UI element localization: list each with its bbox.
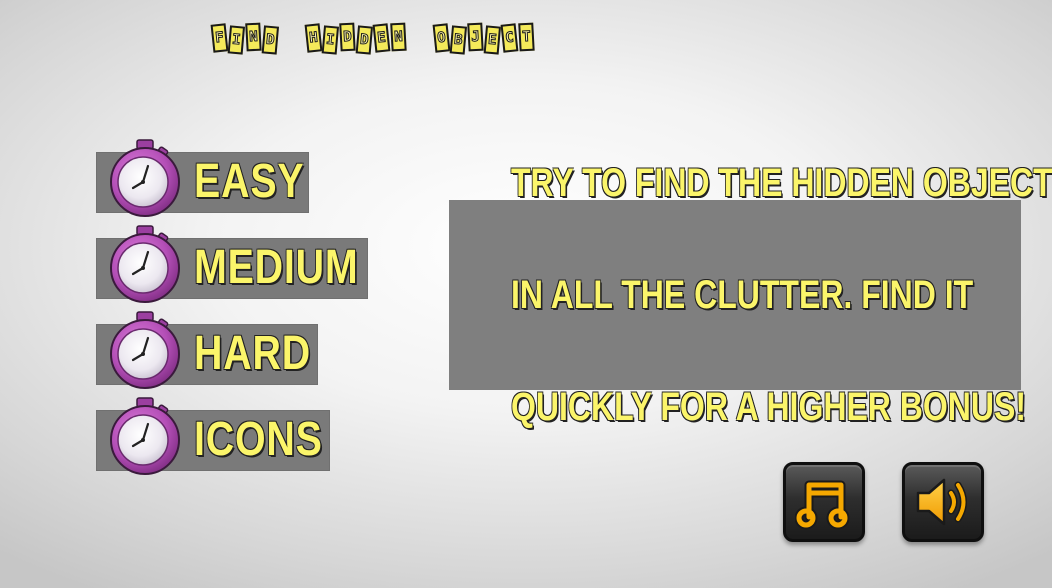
instructions-line: TRY TO FIND THE HIDDEN OBJECT <box>511 161 1052 205</box>
menu-item-label: HARD <box>194 327 311 380</box>
title-letter: C <box>500 23 519 53</box>
music-toggle-button[interactable] <box>783 462 865 542</box>
title-letter: D <box>339 22 356 52</box>
title-letter: D <box>261 25 280 55</box>
title-word-find: F I N D <box>210 22 280 55</box>
menu-item-label: MEDIUM <box>194 241 359 294</box>
instructions-panel: TRY TO FIND THE HIDDEN OBJECT IN ALL THE… <box>449 161 1052 429</box>
music-note-icon <box>795 480 850 530</box>
title-letter: E <box>483 25 502 55</box>
instructions-text: TRY TO FIND THE HIDDEN OBJECT IN ALL THE… <box>511 99 1052 491</box>
title-letter: N <box>245 22 262 52</box>
title-letter: B <box>449 25 468 55</box>
instructions-line: QUICKLY FOR A HIGHER BONUS! <box>511 385 1026 429</box>
title-letter: O <box>432 23 451 53</box>
game-title: F I N D H I D D E N O B J E C T <box>210 22 535 55</box>
title-letter: J <box>467 22 484 52</box>
sound-toggle-button[interactable] <box>902 462 984 542</box>
title-letter: D <box>355 25 374 55</box>
stopwatch-icon <box>106 310 184 390</box>
title-word-hidden: H I D D E N <box>304 22 407 55</box>
title-letter: F <box>210 23 229 53</box>
menu-item-label: ICONS <box>194 413 323 466</box>
stopwatch-icon <box>106 224 184 304</box>
title-letter: N <box>390 22 407 52</box>
title-word-object: O B J E C T <box>432 22 535 55</box>
menu-item-label: EASY <box>194 155 305 208</box>
stopwatch-icon <box>106 396 184 476</box>
instructions-line: IN ALL THE CLUTTER. FIND IT <box>511 273 974 317</box>
stopwatch-icon <box>106 138 184 218</box>
title-letter: I <box>321 25 340 55</box>
title-letter: I <box>227 25 246 55</box>
title-letter: T <box>518 22 535 52</box>
title-letter: H <box>304 23 323 53</box>
speaker-icon <box>916 478 967 526</box>
title-letter: E <box>372 23 391 53</box>
